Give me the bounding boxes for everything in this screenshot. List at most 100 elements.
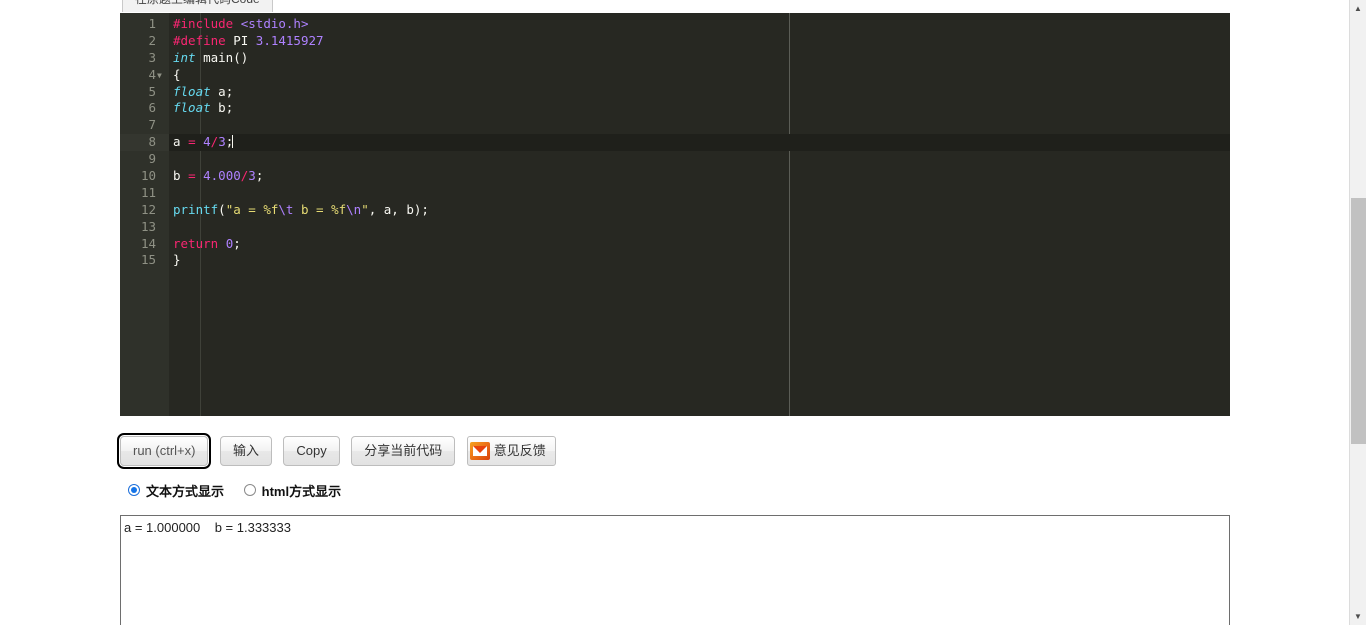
code-token: main (203, 49, 234, 65)
code-text: return 0; (169, 236, 1230, 253)
code-line[interactable]: 10 b = 4.000/3; (120, 168, 1230, 185)
code-token: " (361, 201, 369, 217)
code-token: ( (218, 201, 226, 217)
envelope-icon (469, 442, 490, 460)
page-root: 在原题上编辑代码Code 1 #include <stdio.h> 2 #define… (0, 0, 1366, 625)
line-number: 6 (148, 100, 156, 116)
code-token: b (173, 168, 189, 184)
code-token: 4 (203, 134, 211, 150)
code-token: float (173, 100, 211, 116)
code-token: 3.1415927 (255, 32, 324, 48)
code-token: b; (210, 100, 234, 116)
tab-edit-code[interactable]: 在原题上编辑代码Code (122, 0, 273, 12)
tab-strip: 在原题上编辑代码Code (0, 0, 1349, 13)
scroll-down-icon[interactable]: ▼ (1350, 608, 1366, 625)
code-line[interactable]: 1 #include <stdio.h> (120, 16, 1230, 33)
display-mode-group: 文本方式显示 html方式显示 (128, 481, 357, 499)
feedback-button[interactable]: 意见反馈 (466, 436, 556, 466)
code-token: b = %f (293, 201, 347, 217)
code-text: float a; (169, 84, 1230, 101)
code-token: \n (346, 201, 362, 217)
code-token: int (173, 49, 196, 65)
code-lines[interactable]: 1 #include <stdio.h> 2 #define PI 3.1415927… (120, 16, 1230, 269)
radio-dot-text[interactable] (128, 483, 140, 496)
line-number: 1 (148, 16, 156, 31)
code-token: return (173, 235, 219, 251)
code-text: { (169, 67, 1230, 84)
code-text: } (169, 252, 1230, 269)
code-token: ; (255, 168, 264, 184)
line-number: 12 (140, 201, 156, 217)
code-line[interactable]: 2 #define PI 3.1415927 (120, 33, 1230, 50)
scroll-up-icon[interactable]: ▲ (1350, 0, 1366, 17)
code-token: #include (173, 16, 234, 31)
code-token: 3 (218, 134, 226, 150)
code-token: } (173, 252, 181, 268)
code-line[interactable]: 13 (120, 219, 1230, 236)
line-number: 10 (140, 168, 156, 184)
radio-text-mode[interactable]: 文本方式显示 (128, 481, 224, 500)
code-text: #include <stdio.h> (169, 16, 1230, 33)
page-scrollbar[interactable]: ▲ ▼ (1349, 0, 1366, 625)
code-editor[interactable]: 1 #include <stdio.h> 2 #define PI 3.1415927… (120, 13, 1230, 416)
code-text: printf("a = %f\t b = %f\n", a, b); (169, 202, 1230, 219)
radio-label-html: html方式显示 (261, 484, 342, 499)
code-token: = (188, 168, 196, 184)
code-token: = (188, 134, 196, 150)
code-token: <stdio.h> (240, 16, 309, 31)
code-token: 4.000 (203, 168, 241, 184)
code-token: a; (210, 83, 234, 99)
action-toolbar: run (ctrl+x) 输入 Copy 分享当前代码 意见反馈 (116, 433, 563, 469)
share-code-button[interactable]: 分享当前代码 (351, 436, 456, 466)
code-line[interactable]: 15} (120, 252, 1230, 269)
code-token: 3 (248, 168, 256, 184)
code-token: PI (225, 32, 256, 48)
line-number: 11 (140, 184, 156, 200)
code-text: a = 4/3; (169, 134, 1230, 152)
line-number: 7 (148, 117, 156, 133)
line-number: 3 (148, 49, 156, 65)
copy-button[interactable]: Copy (283, 436, 340, 466)
code-line[interactable]: 9 (120, 151, 1230, 168)
code-line[interactable]: 3 int main() (120, 50, 1230, 67)
code-token: "a = %f (225, 201, 279, 217)
output-textarea[interactable]: a = 1.000000 b = 1.333333 (120, 515, 1230, 625)
output-text: a = 1.000000 b = 1.333333 (124, 520, 291, 535)
radio-label-text: 文本方式显示 (146, 484, 225, 499)
code-token: printf (173, 201, 219, 217)
text-caret (232, 135, 234, 149)
radio-html-mode[interactable]: html方式显示 (243, 481, 342, 500)
code-text: float b; (169, 100, 1230, 117)
line-number: 13 (140, 218, 156, 234)
code-token: () (233, 49, 249, 65)
radio-dot-html[interactable] (243, 483, 256, 496)
scrollbar-thumb[interactable] (1351, 198, 1366, 444)
input-button[interactable]: 输入 (219, 436, 272, 466)
code-token: a (173, 134, 189, 150)
code-text: int main() (169, 50, 1230, 67)
fold-arrow-icon[interactable]: ▼ (157, 67, 162, 84)
run-button[interactable]: run (ctrl+x) (116, 433, 212, 469)
code-line[interactable]: 4 ▼{ (120, 67, 1230, 84)
code-line[interactable]: 12 printf("a = %f\t b = %f\n", a, b); (120, 202, 1230, 219)
code-token: float (173, 83, 211, 99)
code-line[interactable]: 14 return 0; (120, 236, 1230, 253)
code-line[interactable]: 11 (120, 185, 1230, 202)
line-number: 15 (140, 252, 156, 268)
feedback-label: 意见反馈 (493, 443, 546, 458)
code-token: #define (173, 32, 226, 48)
code-line[interactable]: 7 (120, 117, 1230, 134)
code-line[interactable]: 5 float a; (120, 84, 1230, 101)
line-number: 14 (140, 235, 156, 251)
code-line[interactable]: 8 a = 4/3; (120, 134, 1230, 152)
code-line[interactable]: 6 float b; (120, 100, 1230, 117)
